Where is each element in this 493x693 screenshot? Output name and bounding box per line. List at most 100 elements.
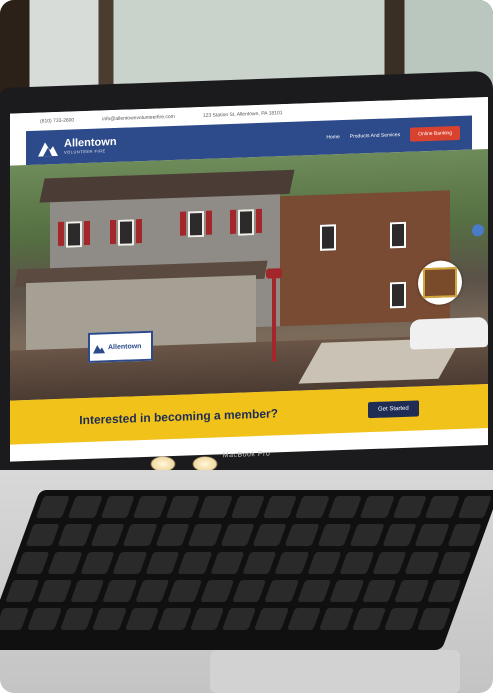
keyboard-key: [197, 496, 233, 518]
keyboard-key: [361, 580, 397, 602]
keyboard-key: [286, 608, 322, 630]
logo-subtitle: VOLUNTEER FIRE: [64, 148, 106, 155]
keyboard-key: [254, 608, 289, 630]
keyboard-key: [37, 580, 73, 602]
keyboard-key: [436, 552, 472, 574]
shutter: [58, 221, 64, 246]
keyboard-key: [145, 552, 180, 574]
window: [238, 209, 254, 236]
keyboard-key: [100, 496, 136, 518]
keyboard-key: [187, 524, 223, 546]
sign-mountain-icon: [93, 344, 105, 354]
window: [188, 210, 204, 238]
keyboard-key: [80, 552, 115, 574]
shutter: [230, 209, 236, 234]
keyboard-key: [155, 524, 190, 546]
keyboard-key: [70, 580, 105, 602]
keyboard-key: [124, 608, 160, 630]
keyboard-key: [102, 580, 137, 602]
keyboard-key: [58, 524, 93, 546]
keyboard-key: [25, 524, 61, 546]
logo-text: Allentown VOLUNTEER FIRE: [64, 136, 117, 155]
shutter: [84, 220, 90, 246]
logo-mountain-icon: [38, 142, 58, 157]
keyboard-key: [189, 608, 225, 630]
nav-cta-button[interactable]: Online Banking: [410, 125, 460, 142]
trackpad: [210, 650, 460, 693]
window: [66, 221, 82, 248]
banner-text: Interested in becoming a member?: [79, 406, 279, 428]
address-text: 123 Station St, Allentown, PA 18101: [202, 110, 283, 119]
keyboard-key: [392, 496, 427, 518]
window: [390, 221, 406, 249]
nav-links: Home Products And Services Online Bankin…: [326, 125, 460, 145]
keyboard-key: [424, 496, 460, 518]
keyboard-key: [285, 524, 320, 546]
nav-item-products-services[interactable]: Products And Services: [350, 132, 400, 140]
nav-item-home[interactable]: Home: [326, 134, 339, 140]
keyboard-key: [319, 608, 354, 630]
email-text[interactable]: info@allentownvolunteerfire.com: [102, 114, 175, 123]
keyboard-key: [394, 580, 429, 602]
building-sign: Allentown: [88, 330, 153, 363]
keyboard-key: [92, 608, 127, 630]
keyboard-key: [112, 552, 148, 574]
shutter: [256, 208, 262, 234]
keyboard-key: [349, 524, 385, 546]
keyboard-key: [262, 496, 298, 518]
keyboard-key: [351, 608, 387, 630]
keyboard-key: [329, 580, 364, 602]
keyboard-key: [317, 524, 352, 546]
keyboard-key: [230, 496, 265, 518]
keyboard-key: [122, 524, 158, 546]
keyboard-key: [360, 496, 395, 518]
keyboard-key: [416, 608, 452, 630]
keyboard-key: [414, 524, 450, 546]
keyboard-key: [209, 552, 245, 574]
keyboard-key: [372, 552, 407, 574]
keyboard-key: [167, 580, 202, 602]
lamp-post: [272, 276, 276, 362]
keyboard-key: [327, 496, 363, 518]
site-logo[interactable]: Allentown VOLUNTEER FIRE: [38, 136, 117, 157]
keyboard-key: [297, 580, 332, 602]
keyboard-key: [134, 580, 170, 602]
phone-text[interactable]: (610) 733-2600: [40, 117, 74, 124]
award-badge-image: [423, 267, 457, 299]
keyboard-key: [59, 608, 95, 630]
keyboard-key: [199, 580, 235, 602]
keyboard-key: [404, 552, 439, 574]
accessibility-icon[interactable]: [472, 224, 484, 237]
keyboard-key: [232, 580, 267, 602]
keyboard-key: [90, 524, 125, 546]
keyboard-key: [242, 552, 277, 574]
keyboard-key: [264, 580, 300, 602]
laptop: (610) 733-2600 info@allentownvolunteerfi…: [0, 70, 493, 488]
white-car: [410, 316, 488, 350]
shutter: [110, 219, 116, 245]
keyboard-key: [295, 496, 330, 518]
wood-house: [280, 190, 450, 327]
sign-text: Allentown: [108, 342, 142, 351]
keyboard-key: [0, 608, 30, 630]
award-badge[interactable]: [418, 259, 462, 306]
get-started-button[interactable]: Get Started: [368, 400, 419, 419]
keyboard-key: [35, 496, 71, 518]
keyboard-key: [133, 496, 168, 518]
keyboard-key: [426, 580, 462, 602]
window: [320, 224, 336, 251]
keyboard-key: [177, 552, 212, 574]
keyboard-key: [447, 524, 482, 546]
window: [390, 281, 406, 309]
keyboard-key: [384, 608, 419, 630]
keyboard-key: [27, 608, 62, 630]
house-roof: [39, 169, 295, 203]
shutter: [206, 210, 212, 235]
shutter: [180, 211, 186, 236]
shutter: [136, 219, 142, 244]
keyboard-key: [165, 496, 200, 518]
photo-frame: (610) 733-2600 info@allentownvolunteerfi…: [0, 0, 493, 693]
laptop-screen: (610) 733-2600 info@allentownvolunteerfi…: [10, 96, 488, 462]
keyboard-key: [457, 496, 492, 518]
keyboard-key: [68, 496, 103, 518]
